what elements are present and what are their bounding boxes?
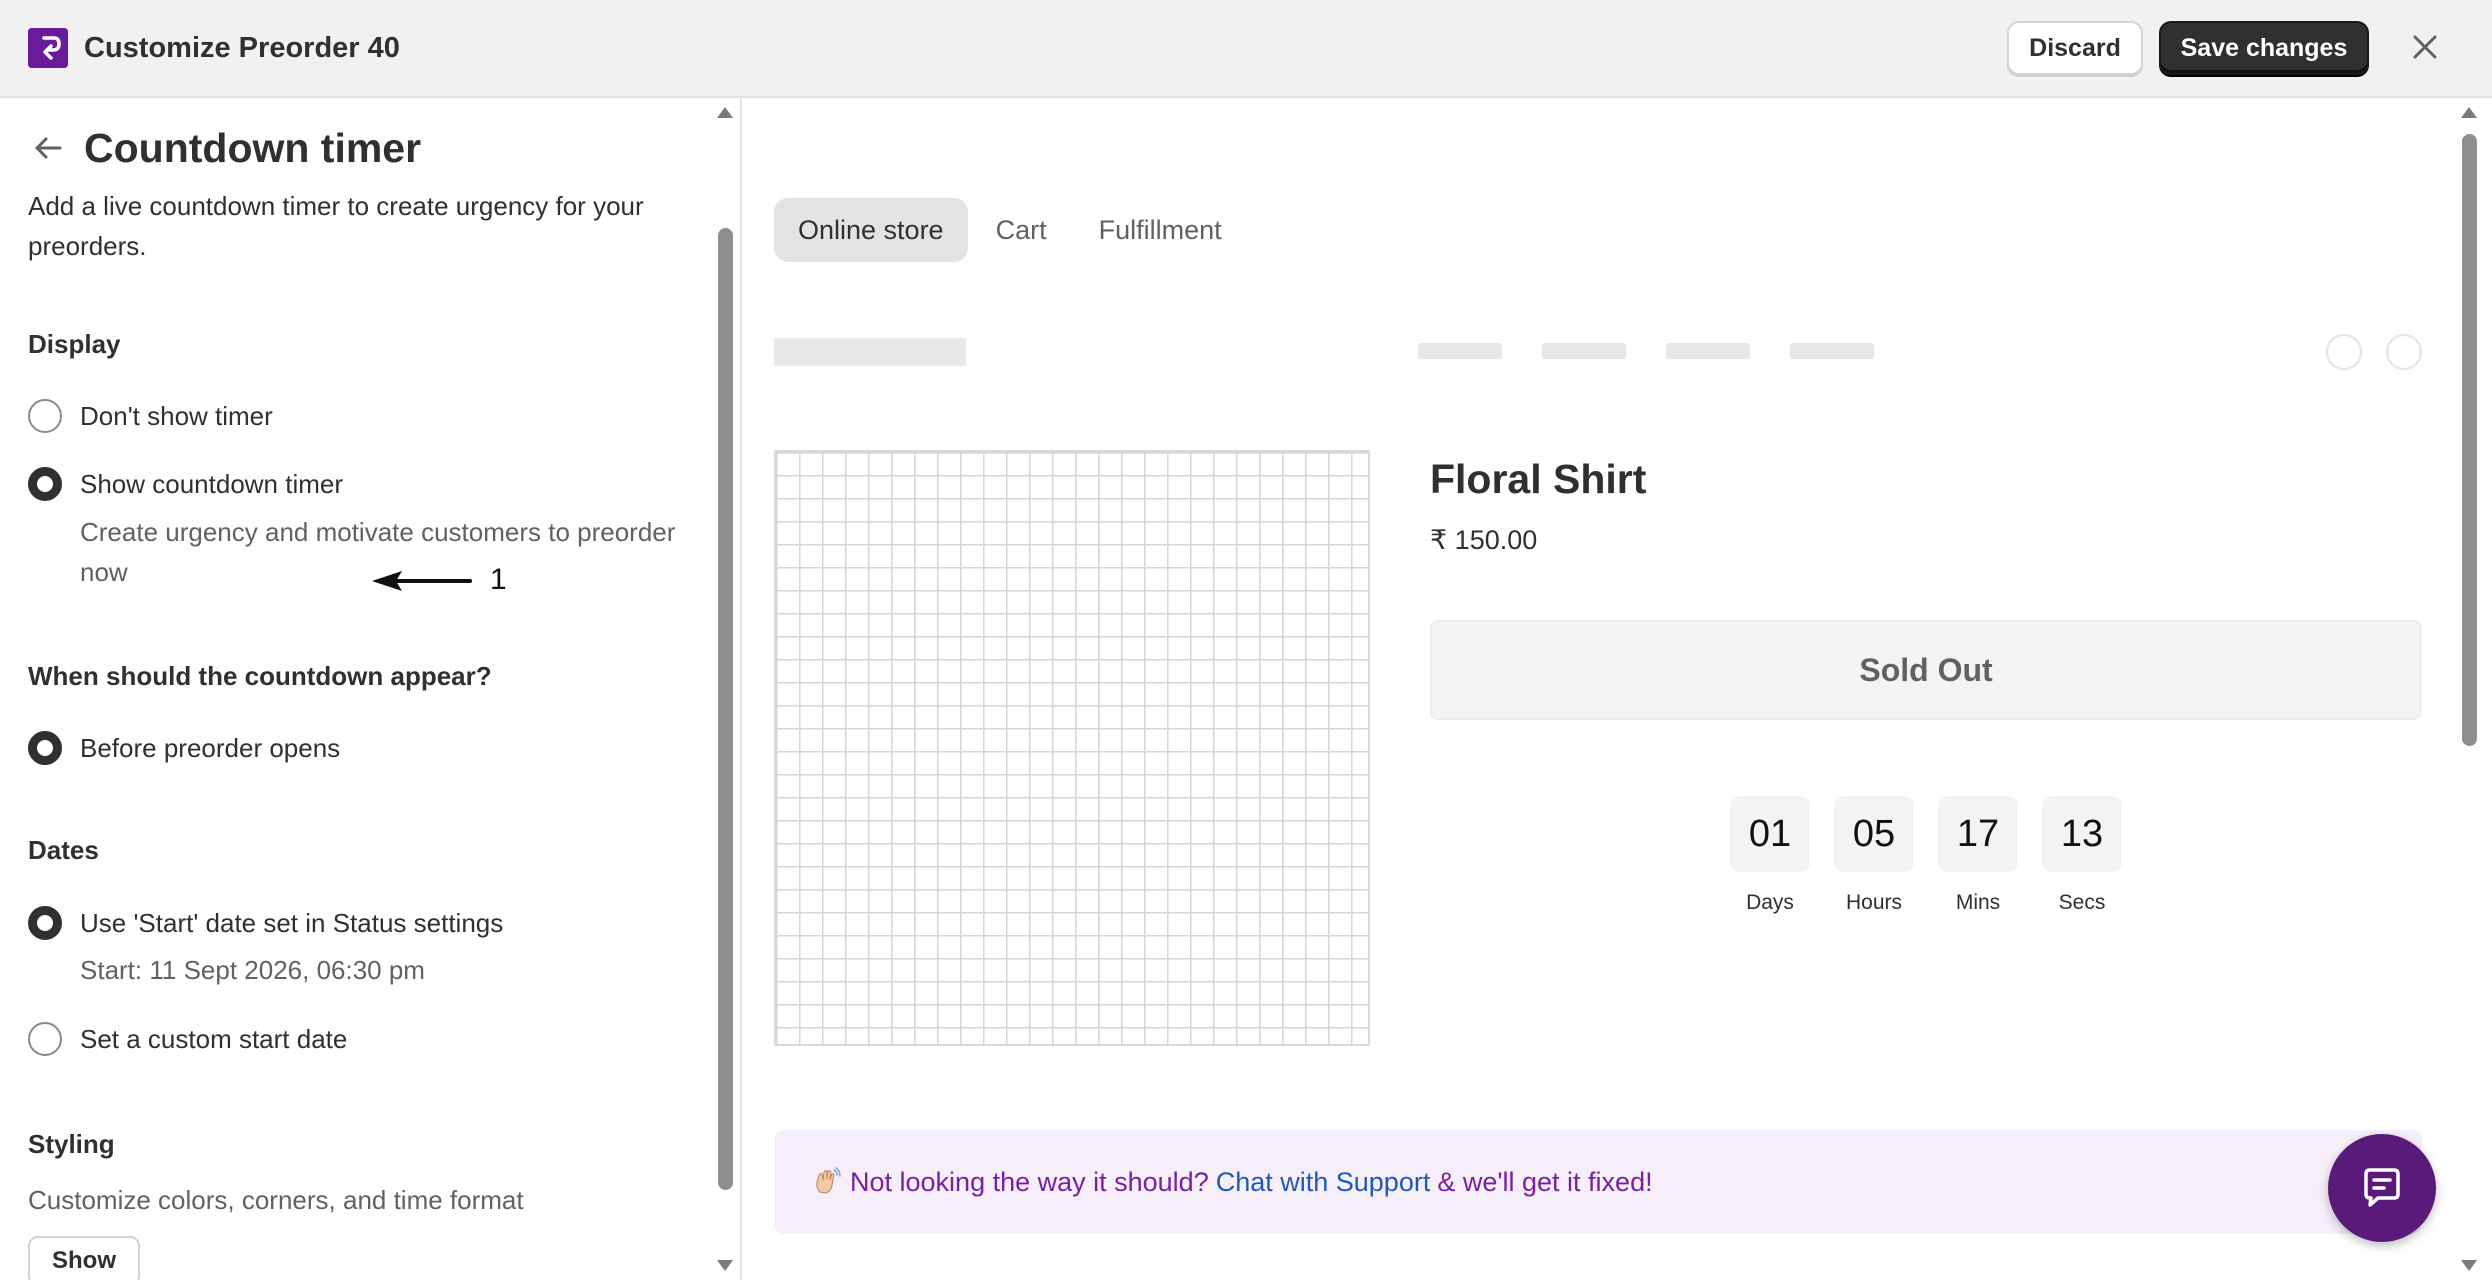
save-changes-button[interactable]: Save changes — [2159, 21, 2369, 75]
skeleton-nav-item — [1542, 343, 1626, 359]
page-title: Customize Preorder 40 — [84, 32, 400, 64]
timer-mins: 17 Mins — [1938, 796, 2018, 918]
scroll-down-arrow-icon[interactable] — [2459, 1258, 2479, 1274]
radio-button[interactable] — [28, 1022, 62, 1056]
right-scrollbar-thumb[interactable] — [2462, 134, 2477, 746]
radio-label: Before preorder opens — [80, 733, 341, 763]
top-bar: Customize Preorder 40 Discard Save chang… — [0, 0, 2492, 98]
chat-bubble-icon — [2364, 1168, 2400, 1207]
discard-button[interactable]: Discard — [2007, 21, 2143, 75]
radio-dont-show-timer[interactable]: Don't show timer — [28, 396, 273, 436]
timer-label: Hours — [1845, 891, 1903, 914]
timer-label: Secs — [2058, 891, 2106, 914]
styling-section-label: Styling — [28, 1129, 115, 1159]
tab-cart[interactable]: Cart — [972, 198, 1071, 262]
timer-value: 17 — [1938, 796, 2018, 872]
tab-online-store[interactable]: Online store — [774, 198, 968, 262]
skeleton-nav-item — [1666, 343, 1750, 359]
show-timer-help-text: Create urgency and motivate customers to… — [80, 517, 676, 587]
radio-label: Use 'Start' date set in Status settings — [80, 908, 504, 938]
product-price: ₹ 150.00 — [1430, 525, 1538, 555]
preview-tabs: Online store Cart Fulfillment — [774, 198, 1246, 262]
product-title: Floral Shirt — [1430, 456, 1647, 502]
timer-value: 05 — [1834, 796, 1914, 872]
skeleton-cart-icon — [2386, 334, 2422, 370]
countdown-timer: 01 Days 05 Hours 17 Mins 13 Secs — [1730, 796, 2122, 918]
panel-title: Countdown timer — [84, 125, 422, 171]
timer-value: 13 — [2042, 796, 2122, 872]
display-section-label: Display — [28, 329, 121, 359]
scroll-up-arrow-icon[interactable] — [715, 104, 735, 120]
radio-use-start-date[interactable]: Use 'Start' date set in Status settings — [28, 903, 503, 943]
radio-button-checked[interactable] — [28, 467, 62, 501]
panel-description: Add a live countdown timer to create urg… — [28, 191, 644, 261]
scroll-up-arrow-icon[interactable] — [2459, 104, 2479, 120]
skeleton-logo — [774, 338, 966, 366]
skeleton-nav-item — [1790, 343, 1874, 359]
radio-label: Show countdown timer — [80, 469, 344, 499]
radio-button-checked[interactable] — [28, 731, 62, 765]
timer-label: Days — [1746, 891, 1794, 914]
timer-hours: 05 Hours — [1834, 796, 1914, 918]
chat-with-support-link[interactable]: Chat with Support — [1216, 1167, 1431, 1198]
waving-hand-icon — [810, 1166, 842, 1198]
start-date-text: Start: 11 Sept 2026, 06:30 pm — [80, 955, 425, 985]
skeleton-search-icon — [2326, 334, 2362, 370]
timer-days: 01 Days — [1730, 796, 1810, 918]
timer-secs: 13 Secs — [2042, 796, 2122, 918]
back-arrow-icon[interactable] — [30, 130, 66, 166]
settings-panel: Countdown timer Add a live countdown tim… — [0, 98, 742, 1280]
banner-text: & we'll get it fixed! — [1437, 1166, 1653, 1197]
radio-label: Set a custom start date — [80, 1024, 348, 1054]
timer-label: Mins — [1955, 891, 2001, 914]
radio-before-preorder-opens[interactable]: Before preorder opens — [28, 728, 340, 768]
product-image-placeholder — [774, 450, 1370, 1046]
banner-text: Not looking the way it should? — [850, 1166, 1209, 1197]
radio-button-checked[interactable] — [28, 906, 62, 940]
radio-button[interactable] — [28, 399, 62, 433]
radio-show-countdown-timer[interactable]: Show countdown timer — [28, 464, 343, 504]
app-logo-icon — [28, 28, 68, 68]
dates-section-label: Dates — [28, 835, 99, 865]
scroll-down-arrow-icon[interactable] — [715, 1258, 735, 1274]
styling-description: Customize colors, corners, and time form… — [28, 1185, 524, 1215]
close-icon[interactable] — [2408, 30, 2442, 64]
tab-fulfillment[interactable]: Fulfillment — [1075, 198, 1246, 262]
timer-value: 01 — [1730, 796, 1810, 872]
support-banner: Not looking the way it should? Chat with… — [774, 1130, 2422, 1234]
sold-out-button[interactable]: Sold Out — [1430, 620, 2422, 720]
when-section-label: When should the countdown appear? — [28, 661, 492, 691]
radio-label: Don't show timer — [80, 401, 273, 431]
skeleton-nav-item — [1418, 343, 1502, 359]
chat-support-button[interactable] — [2328, 1134, 2436, 1242]
show-styling-button[interactable]: Show — [28, 1236, 140, 1280]
left-scrollbar-thumb[interactable] — [718, 228, 733, 1190]
radio-custom-start-date[interactable]: Set a custom start date — [28, 1019, 347, 1059]
